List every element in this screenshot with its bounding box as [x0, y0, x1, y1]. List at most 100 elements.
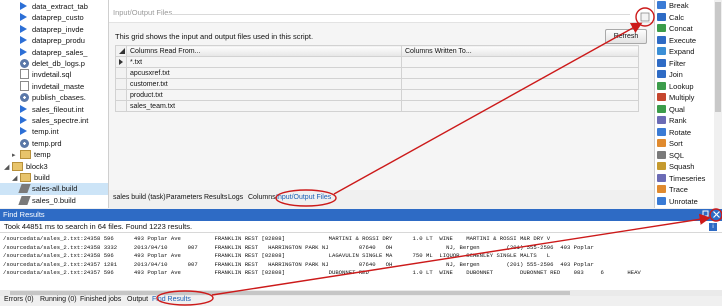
grid-row[interactable]: apcusxref.txt	[115, 67, 639, 79]
palette-item[interactable]: Filter	[657, 58, 686, 69]
row-header[interactable]	[115, 67, 127, 79]
palette-item-label: SQL	[669, 150, 685, 160]
result-line[interactable]: /sourcedata/sales_2.txt:24358 596 493 Po…	[3, 252, 550, 260]
scrollbar-thumb[interactable]	[715, 2, 721, 112]
palette-item[interactable]: Rank	[657, 115, 687, 126]
grid-row[interactable]: sales_team.txt	[115, 100, 639, 112]
palette-item[interactable]: Expand	[657, 46, 694, 57]
script-tabs: sales build (task) Parameters Results Logs C…	[109, 190, 654, 208]
bottom-tab[interactable]: Output	[127, 296, 148, 303]
tree-item[interactable]: sales_spectre.int	[0, 115, 108, 127]
io-files-title: Input/Output Files	[113, 8, 173, 17]
row-header[interactable]	[115, 100, 127, 112]
folder-icon	[12, 161, 23, 171]
tree-item[interactable]: sales_0.build	[0, 195, 108, 207]
bottom-tab[interactable]: Find Results	[152, 296, 191, 303]
tab[interactable]: Input/Output Files	[276, 194, 331, 201]
tree-item[interactable]: dataprep_produ	[0, 35, 108, 47]
palette-item[interactable]: Multiply	[657, 92, 694, 103]
folder-icon	[20, 173, 31, 182]
tree-item-label: temp.prd	[32, 138, 62, 148]
column-header-written-to[interactable]: Columns Written To...	[401, 45, 639, 57]
result-line[interactable]: /sourcedata/sales_2.txt:24358 3332 2013/…	[3, 244, 594, 252]
close-icon[interactable]	[712, 210, 721, 219]
gear-icon	[20, 93, 29, 103]
tree-item[interactable]: sales_fileout.int	[0, 104, 108, 116]
palette-item[interactable]: SQL	[657, 150, 684, 161]
tree-item-label: invdetail.sql	[32, 70, 72, 80]
pin-icon[interactable]	[701, 210, 710, 219]
result-line[interactable]: /sourcedata/sales_2.txt:24357 596 493 Po…	[3, 269, 641, 277]
palette-item[interactable]: Execute	[657, 35, 696, 46]
written-to-cell[interactable]	[401, 78, 639, 90]
bottom-tab[interactable]: Errors (0)	[4, 296, 34, 303]
written-to-cell[interactable]	[401, 100, 639, 112]
read-from-cell[interactable]: product.txt	[126, 89, 402, 101]
tree-item[interactable]: ◢ build	[0, 172, 108, 184]
read-from-cell[interactable]: *.txt	[126, 56, 402, 68]
palette-item[interactable]: Trace	[657, 184, 688, 195]
written-to-cell[interactable]	[401, 89, 639, 101]
scrollbar-thumb[interactable]	[10, 291, 570, 295]
palette-item[interactable]: Lookup	[657, 81, 694, 92]
result-line[interactable]: /sourcedata/sales_2.txt:24357 1281 2013/…	[3, 261, 594, 269]
read-from-cell[interactable]: sales_team.txt	[126, 100, 402, 112]
tree-item[interactable]: sales-all.build	[0, 183, 108, 196]
info-icon[interactable]: i	[709, 223, 717, 231]
written-to-cell[interactable]	[401, 67, 639, 79]
tree-item[interactable]: ▸ temp	[0, 149, 108, 161]
tab[interactable]: Parameters	[166, 194, 202, 201]
tree-item-label: data_extract_tab	[32, 2, 88, 11]
tree-item[interactable]: temp.int	[0, 126, 108, 138]
squash-icon	[657, 162, 666, 170]
refresh-button[interactable]: Refresh	[605, 29, 647, 44]
tree-item[interactable]: invdetail_maste	[0, 80, 108, 93]
tab[interactable]: Results	[204, 194, 227, 201]
tree-item-label: publish_cbases.	[32, 93, 86, 103]
column-header-read-from[interactable]: Columns Read From...	[126, 45, 402, 57]
palette-item[interactable]: Sort	[657, 138, 683, 149]
tree-item[interactable]: publish_cbases.	[0, 92, 108, 104]
tree-item[interactable]: delet_db_logs.p	[0, 58, 108, 70]
play-icon	[20, 13, 27, 22]
palette-item[interactable]: Join	[657, 69, 683, 80]
tab[interactable]: sales build (task)	[113, 194, 166, 201]
palette-scrollbar[interactable]	[714, 0, 722, 208]
palette-item-label: Unrotate	[669, 196, 698, 206]
written-to-cell[interactable]	[401, 56, 639, 68]
row-header[interactable]	[115, 56, 127, 68]
grid-row[interactable]: *.txt	[115, 56, 639, 68]
find-results-list: /sourcedata/sales_2.txt:24358 596 493 Po…	[0, 232, 722, 292]
palette-item[interactable]: Rotate	[657, 127, 691, 138]
palette-item[interactable]: Concat	[657, 23, 693, 34]
result-line[interactable]: /sourcedata/sales_2.txt:24358 596 493 Po…	[3, 235, 550, 243]
play-icon	[20, 127, 27, 136]
palette-item[interactable]: Calc	[657, 12, 684, 23]
palette-item-label: Trace	[669, 185, 688, 194]
palette-item[interactable]: Qual	[657, 104, 685, 115]
tree-item[interactable]: dataprep_invde	[0, 24, 108, 36]
tree-item[interactable]: dataprep_sales_	[0, 47, 108, 59]
grid-row[interactable]: product.txt	[115, 89, 639, 101]
tab[interactable]: Columns	[248, 194, 276, 201]
row-header[interactable]	[115, 78, 127, 90]
find-results-title: Find Results	[3, 210, 45, 219]
read-from-cell[interactable]: apcusxref.txt	[126, 67, 402, 79]
row-header[interactable]	[115, 89, 127, 101]
tree-item[interactable]: temp.prd	[0, 138, 108, 150]
palette-item-label: Lookup	[669, 81, 694, 91]
tree-item[interactable]: ◢ block3	[0, 161, 108, 173]
palette-item-label: Filter	[669, 58, 686, 68]
palette-item[interactable]: Timeseries	[657, 173, 705, 184]
tree-item[interactable]: data_extract_tab	[0, 1, 108, 13]
tree-item[interactable]: invdetail.sql	[0, 69, 108, 81]
palette-item[interactable]: Unrotate	[657, 196, 698, 207]
palette-item[interactable]: Squash	[657, 161, 694, 172]
tree-item[interactable]: dataprep_custo	[0, 12, 108, 24]
grid-row[interactable]: customer.txt	[115, 78, 639, 90]
read-from-cell[interactable]: customer.txt	[126, 78, 402, 90]
palette-item[interactable]: Break	[657, 0, 689, 11]
bottom-tab[interactable]: Finished jobs	[80, 296, 121, 303]
tab[interactable]: Logs	[228, 194, 243, 201]
bottom-tab[interactable]: Running (0)	[40, 296, 77, 303]
